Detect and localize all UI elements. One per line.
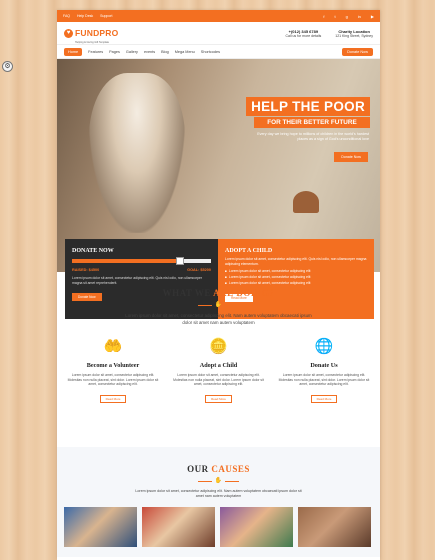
logo-name: FUNDPRO <box>75 27 119 38</box>
divider-line <box>225 304 240 306</box>
service-card-title: Become a Volunteer <box>86 362 140 369</box>
top-bar: FAQ Help Desk Support f t g in ▶ <box>57 10 380 22</box>
top-links: FAQ Help Desk Support <box>63 14 112 18</box>
divider-line <box>197 480 212 482</box>
cause-photo-4[interactable] <box>298 507 371 547</box>
causes-title: OUR CAUSES <box>57 464 380 474</box>
title-part-1: OUR <box>187 464 212 474</box>
title-part-1: WHAT WE <box>162 288 214 298</box>
what-we-do-section: WHAT WE ARE DOING? ✋ Lorem ipsum dolor s… <box>57 272 380 447</box>
hands-heart-icon: 🤲 <box>103 338 123 355</box>
logo-mark-icon: ♥ <box>64 28 73 38</box>
cause-photo-1[interactable] <box>64 507 137 547</box>
service-cards: 🤲 Become a Volunteer Lorem ipsum dolor s… <box>57 338 380 405</box>
top-link-support[interactable]: Support <box>100 14 112 18</box>
hero-text: Every day we bring hope to millions of c… <box>257 132 369 142</box>
section-divider: ✋ <box>57 478 380 484</box>
main-nav: Home Features Pages Gallery events Blog … <box>57 44 380 59</box>
section-divider: ✋ <box>57 302 380 308</box>
social-links: f t g in ▶ <box>323 14 374 19</box>
adopt-box-title: ADOPT A CHILD <box>225 248 273 254</box>
location-sub: 121 King Street, Sydney <box>335 33 373 38</box>
donation-progress-bar <box>72 257 211 265</box>
hero-banner: HELP THE POOR FOR THEIR BETTER FUTURE Ev… <box>57 59 380 319</box>
google-plus-icon[interactable]: g <box>346 14 348 19</box>
site-logo[interactable]: ♥ FUNDPRO Helping & Giving Gift Template <box>64 23 118 44</box>
title-part-2: ARE DOING? <box>213 288 275 298</box>
contact-phone: +(012) 345 6789 Call us for more details <box>285 29 321 38</box>
logo-tagline: Helping & Giving Gift Template <box>75 40 109 44</box>
hero-donate-button[interactable]: Donate Now <box>334 152 368 162</box>
website-page: FAQ Help Desk Support f t g in ▶ ♥ FUNDP… <box>57 10 380 560</box>
settings-gear-icon[interactable]: ⚙ <box>2 61 13 72</box>
nav-item-events[interactable]: events <box>144 50 155 54</box>
nav-item-pages[interactable]: Pages <box>109 50 120 54</box>
service-card: 🪙 Adopt a Child Lorem ipsum dolor sit am… <box>171 338 267 405</box>
nav-item-gallery[interactable]: Gallery <box>126 50 138 54</box>
top-link-faq[interactable]: FAQ <box>63 14 70 18</box>
divider-line <box>197 304 212 306</box>
hero-child-hat-image <box>293 191 319 213</box>
linkedin-icon[interactable]: in <box>358 14 361 19</box>
helping-hands-icon: ✋ <box>214 302 223 308</box>
nav-donate-button[interactable]: Donate Now <box>342 47 373 56</box>
nav-item-home[interactable]: Home <box>64 47 83 56</box>
globe-icon: 🌐 <box>314 338 334 355</box>
cause-photos <box>57 507 380 547</box>
divider-line <box>225 480 240 482</box>
service-card-read-more[interactable]: Read More <box>310 394 338 403</box>
cause-photo-3[interactable] <box>220 507 293 547</box>
facebook-icon[interactable]: f <box>323 14 324 19</box>
hero-child-image <box>89 73 185 233</box>
service-card-text: Lorem ipsum dolor sit amet, consectetur … <box>67 373 159 387</box>
service-card-title: Donate Us <box>310 362 338 369</box>
service-card-title: Adopt a Child <box>199 362 238 369</box>
helping-hands-icon: ✋ <box>214 478 223 484</box>
nav-item-features[interactable]: Features <box>88 50 103 54</box>
service-card: 🌐 Donate Us Lorem ipsum dolor sit amet, … <box>276 338 372 405</box>
adopt-box-text: Lorem ipsum dolor sit amet, consectetur … <box>225 257 367 266</box>
nav-item-shortcodes[interactable]: Shortcodes <box>201 50 220 54</box>
service-card-read-more[interactable]: Read More <box>205 394 232 403</box>
top-link-help-desk[interactable]: Help Desk <box>77 14 93 18</box>
nav-item-blog[interactable]: Blog <box>161 50 169 54</box>
service-card-text: Lorem ipsum dolor sit amet, consectetur … <box>173 373 264 387</box>
youtube-icon[interactable]: ▶ <box>371 14 374 19</box>
title-part-2: CAUSES <box>211 464 250 474</box>
contact-location: Charity Location 121 King Street, Sydney <box>335 29 373 38</box>
nav-item-mega-menu[interactable]: Mega Menu <box>175 50 195 54</box>
donation-progress-fill <box>72 259 181 263</box>
coin-hand-icon: 🪙 <box>209 338 228 355</box>
cause-photo-2[interactable] <box>142 507 215 547</box>
site-header: ♥ FUNDPRO Helping & Giving Gift Template… <box>57 22 380 44</box>
service-card-text: Lorem ipsum dolor sit amet, consectetur … <box>278 373 370 387</box>
header-contact: +(012) 345 6789 Call us for more details… <box>285 29 373 38</box>
twitter-icon[interactable]: t <box>334 14 335 19</box>
hero-subtitle: FOR THEIR BETTER FUTURE <box>254 117 370 128</box>
causes-section: OUR CAUSES ✋ Lorem ipsum dolor sit amet,… <box>57 447 380 557</box>
donate-box-title: DONATE NOW <box>72 248 114 254</box>
hero-title: HELP THE POOR <box>246 97 370 116</box>
service-card: 🤲 Become a Volunteer Lorem ipsum dolor s… <box>65 338 161 405</box>
donation-progress-handle[interactable] <box>176 257 185 265</box>
what-we-do-lead: Lorem ipsum dolor sit amet, consectetur … <box>125 313 312 325</box>
service-card-read-more[interactable]: Read More <box>99 394 127 403</box>
causes-lead: Lorem ipsum dolor sit amet, consectetur … <box>135 489 302 498</box>
what-we-do-title: WHAT WE ARE DOING? <box>57 288 380 298</box>
phone-sub: Call us for more details <box>285 33 322 38</box>
